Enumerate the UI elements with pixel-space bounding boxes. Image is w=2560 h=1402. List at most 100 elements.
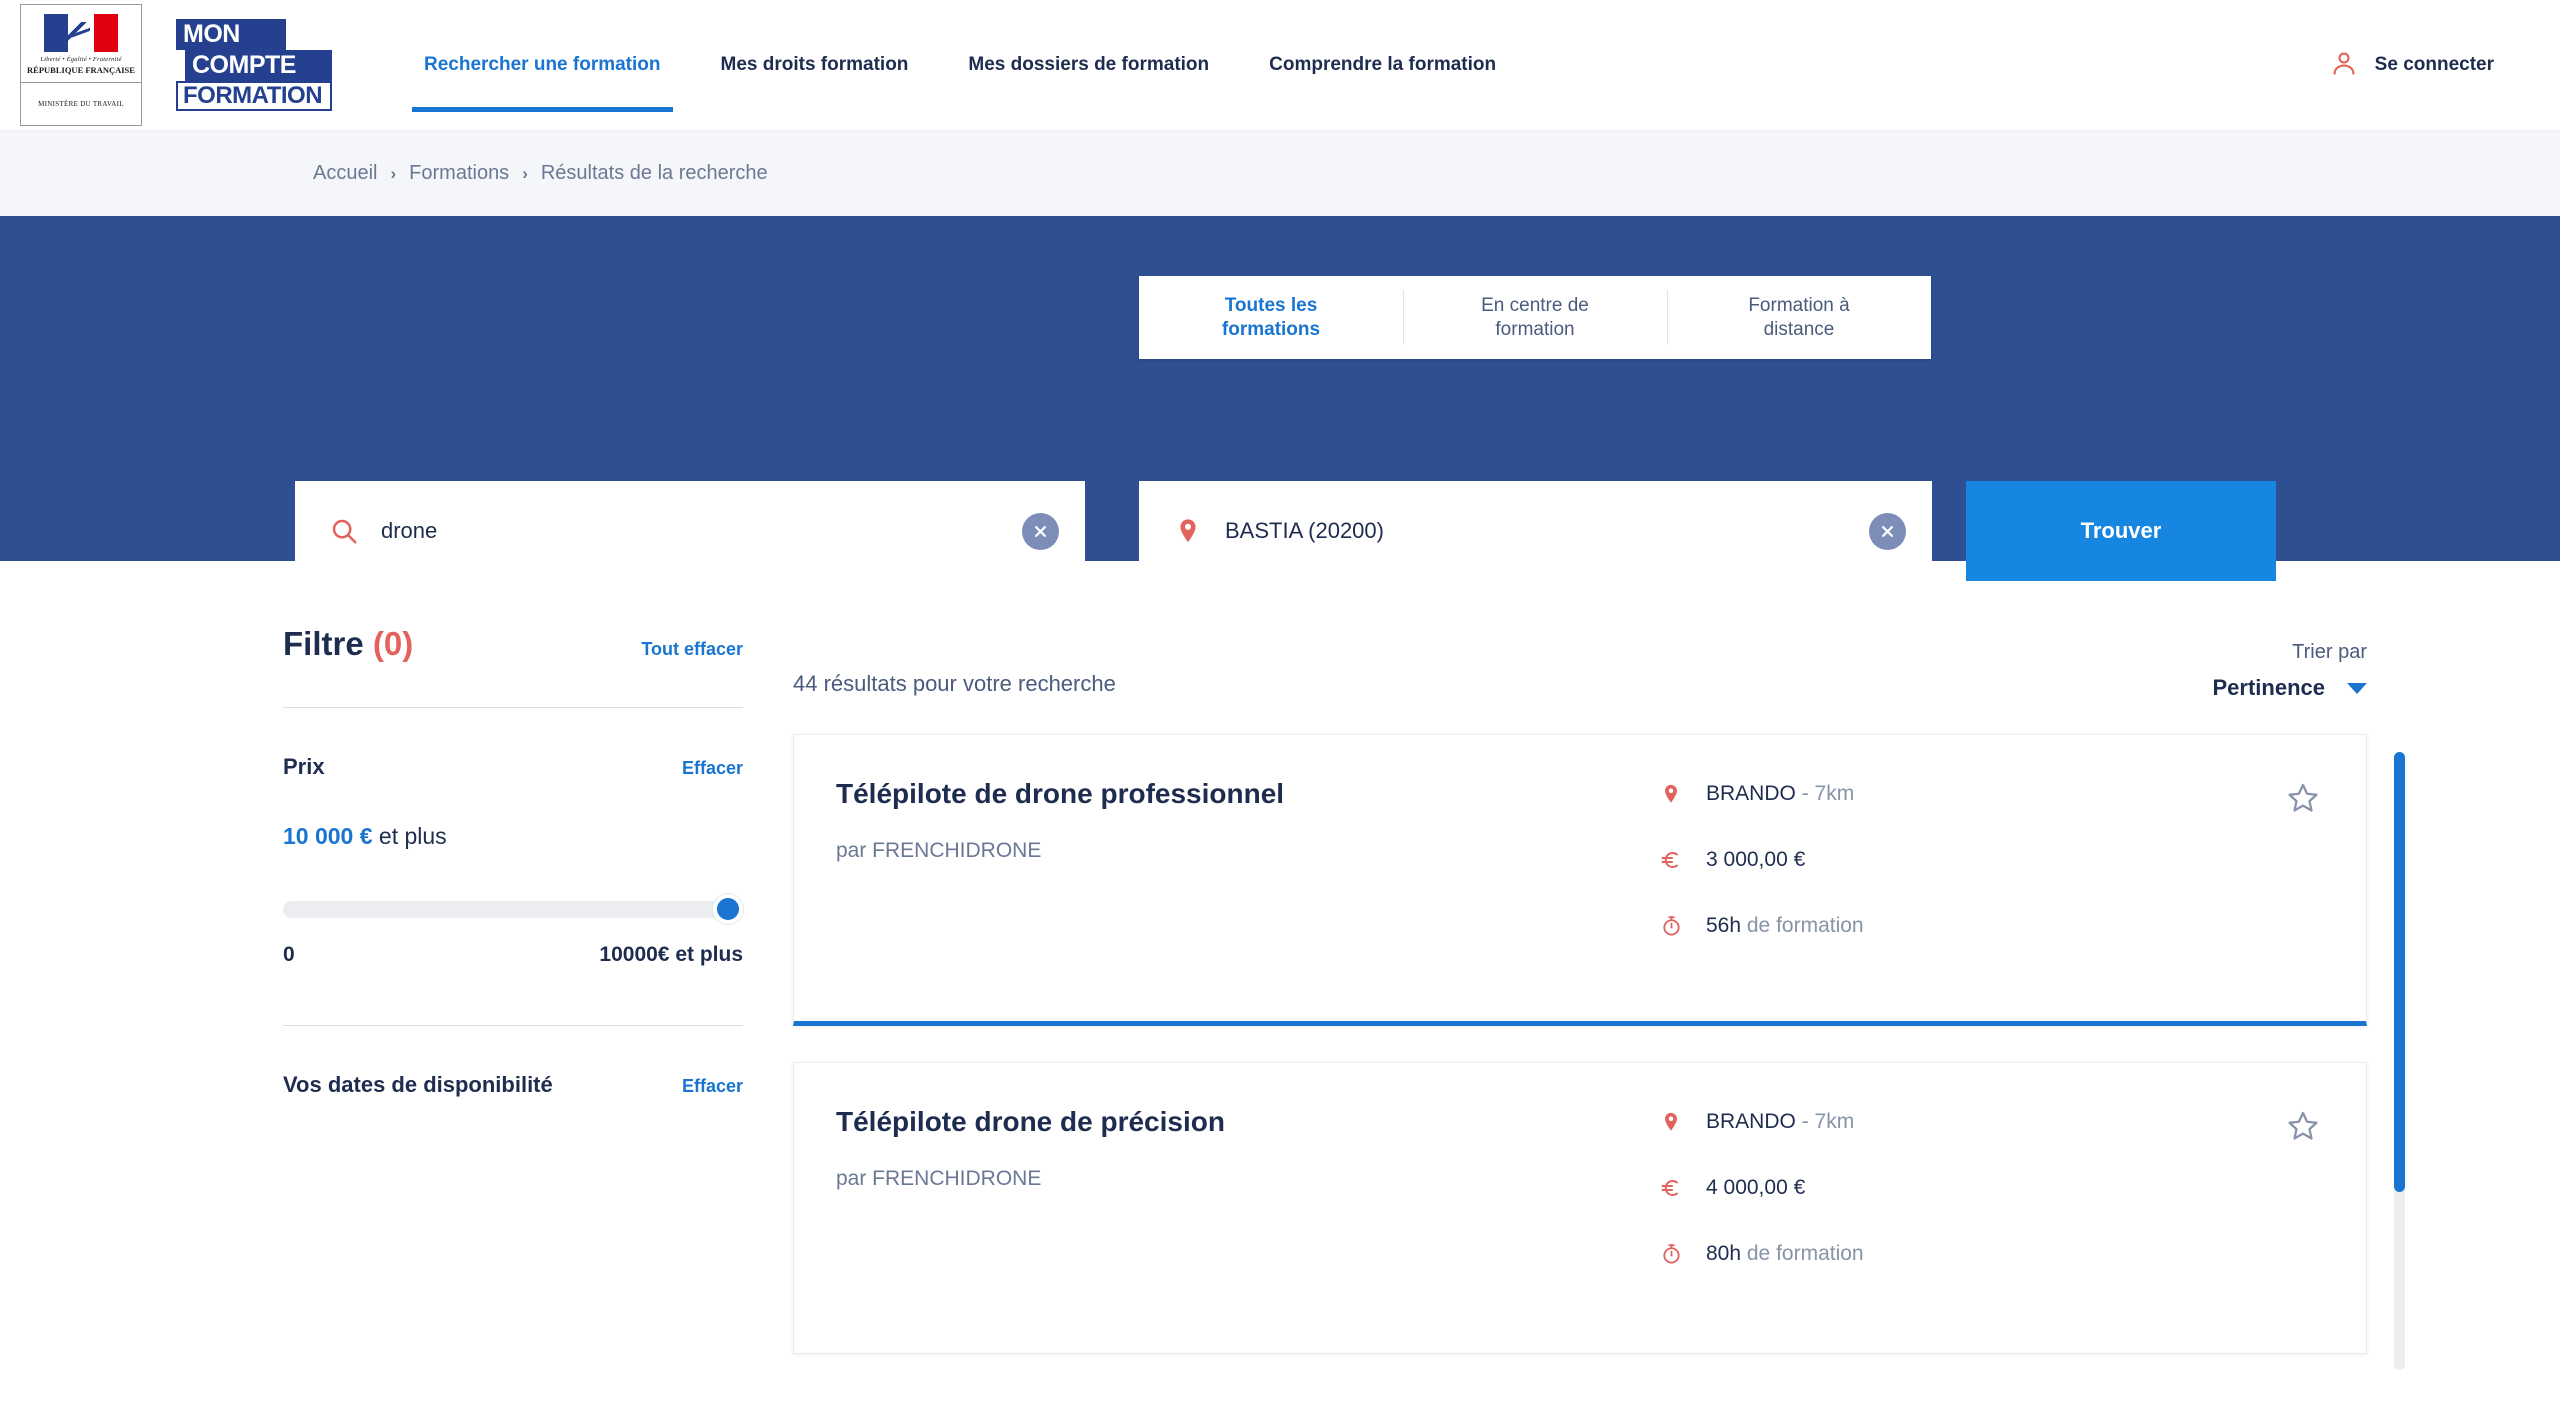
filters-count-badge: (0) [372, 625, 414, 662]
price-min-label: 0 [283, 943, 295, 966]
price-slider-thumb[interactable] [713, 894, 743, 924]
tab-label-line2: formation [1495, 318, 1575, 340]
favorite-button[interactable] [2260, 777, 2320, 991]
availability-filter-header: Vos dates de disponibilité Effacer [283, 1072, 743, 1098]
login-button[interactable]: Se connecter [2329, 48, 2560, 83]
result-card-provider: par FRENCHIDRONE [836, 838, 1042, 862]
search-hero: Toutes les formations En centre de forma… [0, 216, 2560, 581]
page-content: Filtre (0) Tout effacer Prix Effacer 10 … [0, 561, 2560, 1370]
star-icon [2286, 781, 2320, 820]
euro-icon [1656, 848, 1686, 872]
star-icon [2286, 1109, 2320, 1148]
keyword-input-value[interactable]: drone [367, 518, 1022, 544]
breadcrumb-item-resultats[interactable]: Résultats de la recherche [541, 162, 768, 185]
filters-title: Filtre (0) [283, 625, 413, 663]
price-filter-title: Prix [283, 754, 325, 779]
price-slider[interactable] [283, 894, 743, 924]
location-distance: - 7km [1795, 782, 1855, 805]
tab-formation-a-distance[interactable]: Formation à distance [1667, 276, 1931, 359]
meta-location: BRANDO - 7km [1656, 782, 2260, 806]
availability-filter-title: Vos dates de disponibilité [283, 1072, 553, 1097]
meta-duration: 80h de formation [1656, 1242, 2260, 1266]
favorite-button[interactable] [2260, 1105, 2320, 1323]
meta-location-text: BRANDO - 7km [1706, 782, 1854, 806]
price-slider-track[interactable] [283, 900, 743, 918]
result-card-title[interactable]: Télépilote drone de précision [836, 1105, 1656, 1139]
meta-location-text: BRANDO - 7km [1706, 1110, 1854, 1134]
stopwatch-icon [1656, 914, 1686, 938]
result-card-provider: par FRENCHIDRONE [836, 1166, 1042, 1190]
clear-location-icon[interactable] [1869, 512, 1906, 550]
price-filter-header: Prix Effacer [283, 754, 743, 780]
search-mode-tabs: Toutes les formations En centre de forma… [1139, 276, 1931, 359]
logo-group: Liberté • Égalité • Fraternité RÉPUBLIQU… [20, 4, 332, 126]
price-filter-section: Prix Effacer 10 000 € et plus 0 10000€ e… [283, 708, 753, 967]
site-header: Liberté • Égalité • Fraternité RÉPUBLIQU… [0, 0, 2560, 130]
tab-label-line1: Toutes les [1224, 295, 1318, 317]
result-card[interactable]: Télépilote de drone professionnel par FR… [793, 734, 2367, 1026]
nav-item-rechercher-une-formation[interactable]: Rechercher une formation [394, 0, 691, 130]
price-filter-clear-button[interactable]: Effacer [682, 758, 743, 779]
euro-icon [1656, 1176, 1686, 1200]
republic-text: RÉPUBLIQUE FRANÇAISE [27, 65, 135, 75]
tab-label-line2: formations [1221, 318, 1321, 340]
mon-compte-formation-logo[interactable]: MON COMPTE FORMATION [176, 19, 332, 111]
nav-item-mes-dossiers-de-formation[interactable]: Mes dossiers de formation [938, 0, 1239, 130]
chevron-down-icon[interactable] [2347, 682, 2367, 694]
meta-duration-text: 56h de formation [1706, 914, 1864, 938]
price-slider-labels: 0 10000€ et plus [283, 943, 743, 967]
marianne-emblem: Liberté • Égalité • Fraternité RÉPUBLIQU… [21, 5, 141, 83]
breadcrumb-item-formations[interactable]: Formations [409, 162, 509, 185]
ministry-text: MINISTÈRE DU TRAVAIL [38, 100, 124, 108]
nav-item-comprendre-la-formation[interactable]: Comprendre la formation [1239, 0, 1526, 130]
duration-suffix: de formation [1741, 914, 1864, 937]
login-label: Se connecter [2374, 54, 2494, 75]
tab-label-line1: En centre de [1481, 295, 1589, 317]
breadcrumb-separator-icon: › [522, 163, 528, 183]
result-card-main: Télépilote drone de précision par FRENCH… [836, 1105, 1656, 1323]
result-card-meta: BRANDO - 7km 4 000,00 € 80h de formation [1656, 1105, 2260, 1323]
brand-line-2: COMPTE [185, 50, 332, 81]
location-name: BRANDO [1706, 782, 1796, 805]
tab-toutes-les-formations[interactable]: Toutes les formations [1139, 276, 1403, 359]
nav-item-mes-droits-formation[interactable]: Mes droits formation [691, 0, 939, 130]
tab-en-centre-de-formation[interactable]: En centre de formation [1403, 276, 1667, 359]
tab-label-line2: distance [1763, 318, 1835, 340]
results-scrollbar-thumb[interactable] [2394, 752, 2405, 1192]
result-card-main: Télépilote de drone professionnel par FR… [836, 777, 1656, 991]
price-max-label: 10000€ et plus [599, 943, 743, 966]
result-card-title[interactable]: Télépilote de drone professionnel [836, 777, 1656, 811]
results-header: 44 résultats pour votre recherche Trier … [793, 625, 2560, 701]
duration-suffix: de formation [1741, 1242, 1864, 1265]
price-amount: 10 000 € [283, 823, 373, 849]
meta-duration-text: 80h de formation [1706, 1242, 1864, 1266]
meta-location: BRANDO - 7km [1656, 1110, 2260, 1134]
main-navigation: Rechercher une formation Mes droits form… [394, 0, 2329, 130]
results-scrollbar[interactable] [2394, 752, 2405, 1370]
meta-duration: 56h de formation [1656, 914, 2260, 938]
location-distance: - 7km [1795, 1110, 1855, 1133]
filters-header: Filtre (0) Tout effacer [283, 625, 753, 663]
meta-price: 4 000,00 € [1656, 1176, 2260, 1200]
brand-line-1: MON [176, 19, 286, 50]
sort-dropdown[interactable]: Pertinence [2213, 675, 2367, 701]
duration-value: 56h [1706, 914, 1742, 937]
sort-label: Trier par [2292, 641, 2367, 663]
availability-filter-section: Vos dates de disponibilité Effacer [283, 1026, 753, 1098]
brand-line-3: FORMATION [176, 81, 332, 111]
breadcrumb: Accueil › Formations › Résultats de la r… [0, 130, 2560, 216]
meta-price-text: 3 000,00 € [1706, 848, 1806, 871]
clear-all-filters-button[interactable]: Tout effacer [641, 639, 743, 660]
clear-keyword-icon[interactable] [1022, 512, 1059, 550]
french-flag-icon [44, 14, 118, 52]
filters-title-text: Filtre [283, 625, 364, 662]
map-pin-icon [1656, 1110, 1686, 1134]
map-pin-icon [1165, 516, 1211, 546]
user-icon [2329, 48, 2359, 83]
results-count-text: 44 résultats pour votre recherche [793, 671, 1116, 696]
breadcrumb-item-accueil[interactable]: Accueil [313, 162, 377, 185]
price-suffix: et plus [372, 823, 447, 849]
result-card[interactable]: Télépilote drone de précision par FRENCH… [793, 1062, 2367, 1354]
availability-filter-clear-button[interactable]: Effacer [682, 1076, 743, 1097]
location-input-value[interactable]: BASTIA (20200) [1211, 518, 1869, 544]
